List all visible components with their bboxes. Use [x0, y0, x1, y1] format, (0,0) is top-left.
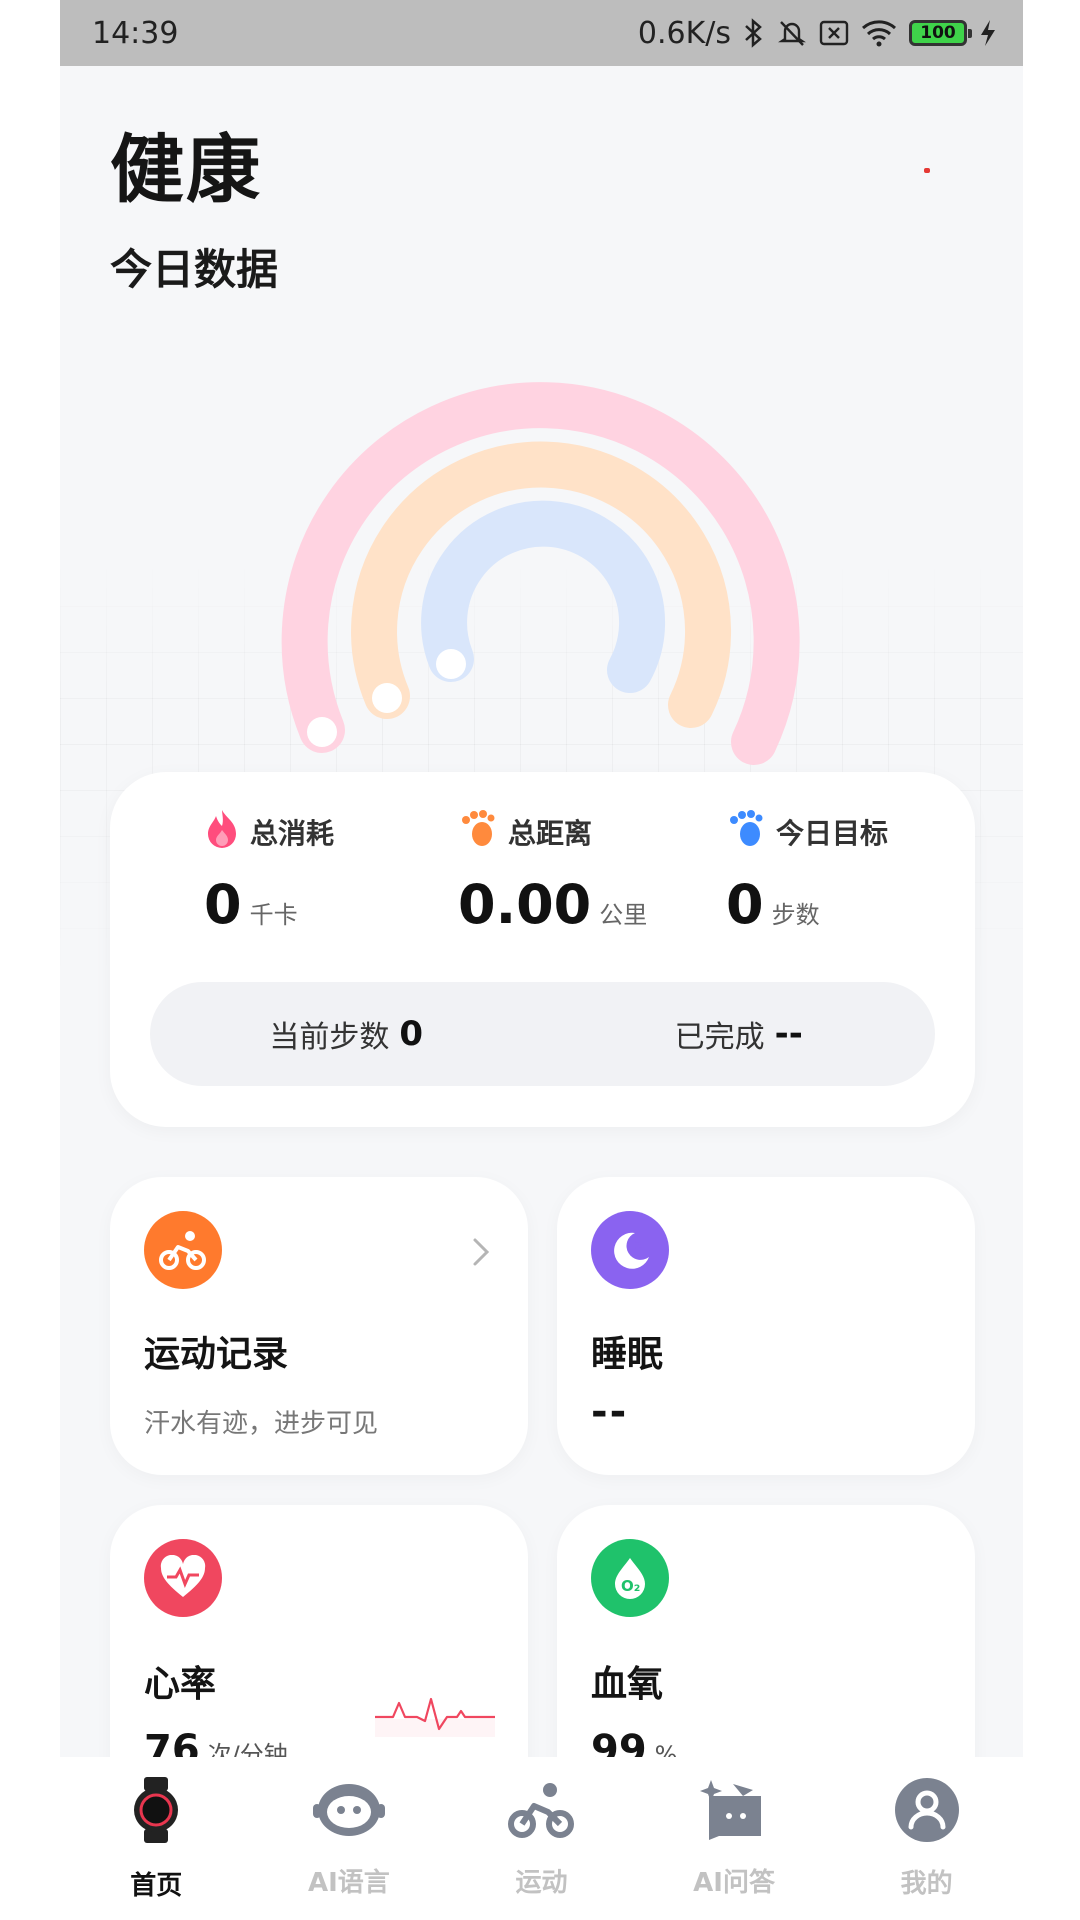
ring-middle-knob [372, 683, 402, 713]
bluetooth-icon [743, 18, 765, 48]
metric-label: 总距离 [508, 816, 593, 850]
heart-icon [144, 1539, 222, 1617]
bike-icon [144, 1211, 222, 1289]
ring-inner [421, 500, 666, 693]
today-summary-card: 总消耗 0 千卡 总距离 0.00 公里 今日目标 0 步数 当前步数 0 已完… [110, 772, 975, 1127]
nav-mine[interactable]: 我的 [837, 1777, 1017, 1900]
metric-distance: 总距离 0.00 公里 [458, 808, 647, 936]
bottom-navigation: 首页 AI语言 运动 AI问答 我的 [60, 1757, 1023, 1920]
battery-icon: 100 [909, 20, 972, 46]
metric-unit: 步数 [771, 901, 820, 929]
section-title: 今日数据 [110, 245, 279, 294]
notification-dot [924, 168, 930, 173]
nav-home[interactable]: 首页 [66, 1775, 246, 1902]
charging-icon [979, 19, 997, 47]
status-time: 14:39 [92, 15, 179, 51]
o2-icon: O₂ [591, 1539, 669, 1617]
flame-icon [204, 808, 240, 855]
metric-unit: 千卡 [249, 901, 298, 929]
nav-exercise[interactable]: 运动 [451, 1778, 631, 1899]
tile-title: 心率 [144, 1664, 217, 1705]
completed-value: -- [774, 1014, 803, 1054]
bike-icon [506, 1778, 576, 1846]
current-steps-value: 0 [399, 1014, 424, 1054]
steps-progress-bar: 当前步数 0 已完成 -- [150, 982, 935, 1086]
bell-off-icon [777, 18, 807, 48]
metric-value: 0.00 [458, 873, 592, 936]
chat-sparkle-icon [699, 1778, 769, 1846]
ring-outer-knob [307, 717, 337, 747]
nav-label: AI问答 [693, 1868, 775, 1898]
phone-screen: 14:39 0.6K/s 100 健康 今日数据 总消耗 0 千卡 总距离 0.… [60, 0, 1023, 1920]
metric-label: 今日目标 [776, 816, 889, 850]
heart-rate-waveform [375, 1697, 495, 1737]
tile-title: 睡眠 [591, 1334, 664, 1375]
sim-off-icon [819, 20, 849, 46]
watch-icon [130, 1775, 182, 1849]
tile-title: 运动记录 [144, 1334, 289, 1375]
nav-label: 运动 [515, 1868, 568, 1898]
moon-icon: z [591, 1211, 669, 1289]
nav-ai-qa[interactable]: AI问答 [644, 1778, 824, 1899]
tile-subtitle: 汗水有迹，进步可见 [144, 1409, 379, 1439]
robot-icon [311, 1778, 387, 1846]
exercise-record-tile[interactable]: 运动记录 汗水有迹，进步可见 [110, 1177, 528, 1475]
current-steps-label: 当前步数 [269, 1020, 390, 1055]
metric-calories: 总消耗 0 千卡 [204, 808, 334, 936]
nav-label: AI语言 [307, 1868, 390, 1898]
metric-value: 0 [204, 873, 242, 936]
nav-label: 我的 [900, 1869, 953, 1899]
sleep-tile[interactable]: z 睡眠 -- [557, 1177, 975, 1475]
user-icon [894, 1777, 960, 1847]
nav-ai-voice[interactable]: AI语言 [259, 1778, 439, 1899]
tile-title: 血氧 [591, 1664, 664, 1705]
status-bar: 14:39 0.6K/s 100 [60, 0, 1023, 66]
sleep-value: -- [591, 1389, 629, 1435]
footprints-icon [458, 808, 498, 855]
network-speed: 0.6K/s [637, 15, 731, 51]
svg-text:z: z [635, 1237, 643, 1253]
metric-value: 0 [726, 873, 764, 936]
ring-inner-knob [436, 649, 466, 679]
footprints-icon [726, 808, 766, 855]
completed-label: 已完成 [674, 1020, 765, 1055]
chevron-right-icon[interactable] [472, 1237, 490, 1271]
metric-unit: 公里 [599, 901, 648, 929]
activity-rings [281, 382, 800, 765]
metric-label: 总消耗 [250, 816, 335, 850]
wifi-icon [861, 19, 897, 47]
svg-text:O₂: O₂ [621, 1577, 640, 1595]
page-title: 健康 [110, 127, 262, 213]
metric-goal: 今日目标 0 步数 [726, 808, 888, 936]
nav-label: 首页 [130, 1871, 183, 1901]
